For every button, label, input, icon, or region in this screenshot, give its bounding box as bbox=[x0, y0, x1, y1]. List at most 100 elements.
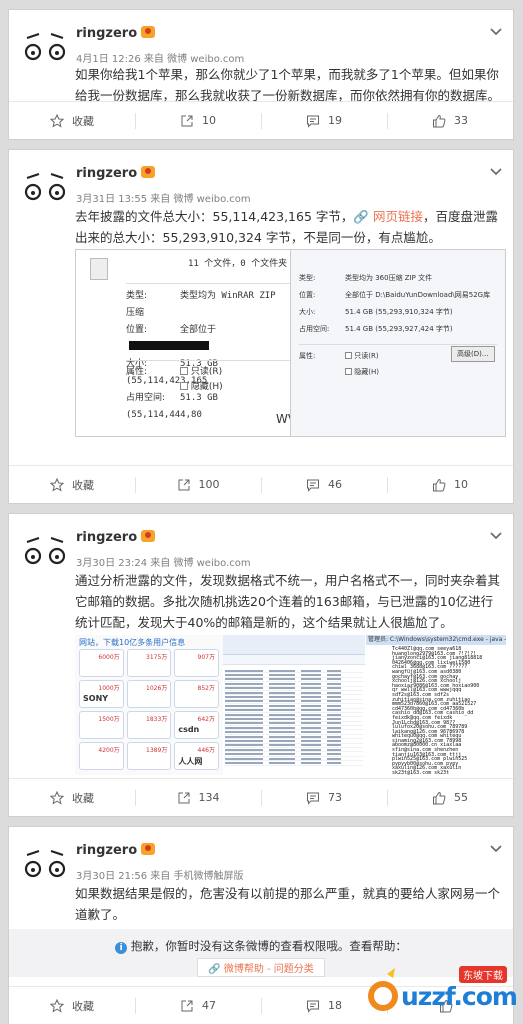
file-cell bbox=[225, 761, 263, 764]
prop-value: 51.4 GB (55,293,910,324 字节) bbox=[345, 308, 453, 316]
prop-label: 位置: bbox=[299, 291, 316, 299]
file-cell bbox=[301, 700, 321, 703]
like-button[interactable]: 10 bbox=[387, 466, 513, 503]
user-count: 1833万 bbox=[146, 716, 168, 723]
prop-value: 类型均为 360压缩 ZIP 文件 bbox=[345, 274, 433, 282]
post-text: 通过分析泄露的文件，发现数据格式不统一，用户名格式不一，同时夹杂着其它邮箱的数据… bbox=[75, 573, 501, 630]
comment-icon bbox=[307, 1000, 319, 1013]
comment-button[interactable]: 19 bbox=[261, 102, 387, 139]
repost-icon bbox=[181, 1000, 193, 1011]
vip-badge-icon bbox=[141, 26, 156, 38]
file-cell bbox=[327, 709, 341, 712]
repost-button[interactable]: 100 bbox=[135, 466, 261, 503]
post-image[interactable]: 类型: 类型均为 360压缩 ZIP 文件 位置: 全部位于 D:\BaiduYun… bbox=[290, 249, 506, 437]
comment-icon bbox=[307, 792, 319, 805]
star-icon bbox=[50, 113, 64, 128]
file-cell bbox=[327, 757, 341, 760]
like-button[interactable]: 33 bbox=[387, 102, 513, 139]
file-cell bbox=[301, 678, 321, 681]
user-count: 1500万 bbox=[98, 716, 120, 723]
site-tile: 1833万 bbox=[126, 711, 172, 739]
chevron-down-icon[interactable] bbox=[489, 164, 503, 178]
file-cell bbox=[269, 748, 295, 751]
username[interactable]: ringzero bbox=[76, 843, 156, 858]
chevron-down-icon[interactable] bbox=[489, 528, 503, 542]
site-tile: SONY 1000万 bbox=[79, 680, 124, 708]
avatar[interactable] bbox=[23, 849, 67, 881]
file-cell bbox=[225, 678, 263, 681]
favorite-button[interactable]: 收藏 bbox=[9, 987, 135, 1024]
action-bar: 收藏 10 19 33 bbox=[9, 101, 513, 139]
user-count: 1026万 bbox=[146, 685, 168, 692]
prop-value: 51.4 GB (55,293,927,424 字节) bbox=[345, 325, 453, 333]
username[interactable]: ringzero bbox=[76, 166, 156, 181]
favorite-button[interactable]: 收藏 bbox=[9, 466, 135, 503]
file-cell bbox=[301, 691, 321, 694]
prop-label: 位置: bbox=[126, 325, 148, 335]
file-cell bbox=[327, 739, 341, 742]
file-cell bbox=[269, 669, 295, 672]
post-meta: 3月30日 21:56 来自 手机微博触屏版 bbox=[76, 871, 244, 882]
redaction-bar bbox=[129, 341, 209, 350]
site-tile: 人人网 446万 bbox=[174, 742, 219, 770]
favorite-button[interactable]: 收藏 bbox=[9, 102, 135, 139]
chevron-down-icon[interactable] bbox=[489, 24, 503, 38]
site-tile: 907万 bbox=[174, 649, 219, 677]
post-text: 去年披露的文件总大小：55,114,423,165 字节，🔗 网页链接，百度盘泄… bbox=[75, 209, 498, 245]
prop-label: 属性: bbox=[299, 352, 316, 360]
repost-button[interactable]: 47 bbox=[135, 987, 261, 1024]
file-cell bbox=[327, 696, 341, 699]
file-cell bbox=[269, 735, 295, 738]
avatar[interactable] bbox=[23, 536, 67, 568]
help-link[interactable]: 🔗 微博帮助 - 问题分类 bbox=[197, 958, 325, 977]
file-cell bbox=[327, 726, 341, 729]
file-cell bbox=[225, 748, 263, 751]
repost-button[interactable]: 134 bbox=[135, 779, 261, 816]
file-cell bbox=[301, 674, 321, 677]
post-card: ringzero 4月1日 12:26 来自 微博 weibo.com 如果你给… bbox=[8, 9, 514, 140]
post-image[interactable]: 11 个文件，0 个文件夹 类型: 类型均为 WinRAR ZIP 压缩 位置: 全… bbox=[75, 249, 290, 437]
file-cell bbox=[327, 669, 341, 672]
chevron-down-icon[interactable] bbox=[489, 841, 503, 855]
user-count: 852万 bbox=[197, 685, 215, 692]
avatar[interactable] bbox=[23, 32, 67, 64]
favorite-button[interactable]: 收藏 bbox=[9, 779, 135, 816]
prop-label: 属性: bbox=[126, 367, 148, 377]
file-cell bbox=[327, 722, 341, 725]
comment-icon bbox=[307, 479, 319, 492]
site-logo: SONY bbox=[83, 694, 109, 703]
checkbox[interactable] bbox=[345, 352, 352, 359]
username[interactable]: ringzero bbox=[76, 530, 156, 545]
link-icon: 🔗 bbox=[208, 964, 221, 975]
comment-button[interactable]: 73 bbox=[261, 779, 387, 816]
checkbox[interactable] bbox=[345, 368, 352, 375]
site-tile: 1389万 bbox=[126, 742, 172, 770]
repost-button[interactable]: 10 bbox=[135, 102, 261, 139]
file-cell bbox=[225, 669, 263, 672]
console-title: 管理员: C:\Windows\system32\cmd.exe - java … bbox=[366, 635, 506, 645]
file-count-text: 11 个文件，0 个文件夹 bbox=[188, 259, 288, 269]
like-button[interactable]: 55 bbox=[387, 779, 513, 816]
file-cell bbox=[327, 687, 341, 690]
advanced-button[interactable]: 高级(D)... bbox=[451, 346, 495, 362]
comment-button[interactable]: 46 bbox=[261, 466, 387, 503]
file-cell bbox=[301, 713, 321, 716]
post-image[interactable]: 管理员: C:\Windows\system32\cmd.exe - java … bbox=[366, 635, 506, 775]
web-link[interactable]: 🔗 网页链接 bbox=[353, 209, 423, 224]
user-count: 1000万 bbox=[98, 685, 120, 692]
post-image[interactable]: 网站，下载10亿多条用户信息 6000万 3175万 907万 SONY 1000万 10… bbox=[75, 635, 223, 775]
file-cell bbox=[301, 682, 321, 685]
file-cell bbox=[327, 713, 341, 716]
watermark-sub: 东坡下载 bbox=[459, 966, 507, 983]
checkbox[interactable] bbox=[180, 367, 188, 375]
file-cell bbox=[269, 678, 295, 681]
post-meta: 3月31日 13:55 来自 微博 weibo.com bbox=[76, 194, 251, 205]
username[interactable]: ringzero bbox=[76, 26, 156, 41]
post-image[interactable] bbox=[223, 635, 365, 775]
file-cell bbox=[225, 700, 263, 703]
window-corner-text: WV bbox=[276, 412, 290, 426]
file-cell bbox=[269, 674, 295, 677]
avatar[interactable] bbox=[23, 172, 67, 204]
checkbox[interactable] bbox=[180, 382, 188, 390]
checkbox-label: 只读(R) bbox=[354, 352, 379, 360]
